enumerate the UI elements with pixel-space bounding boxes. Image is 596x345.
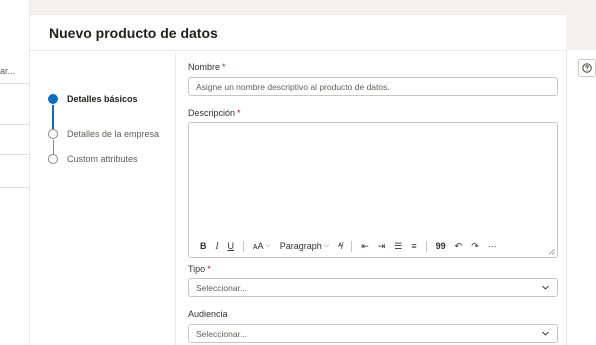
redo-icon[interactable]: ↷: [471, 241, 479, 252]
font-size-icon: ᴀA: [253, 241, 264, 251]
help-column: [566, 50, 596, 345]
more-options-icon[interactable]: ···: [488, 241, 497, 251]
audience-select[interactable]: Seleccionar...: [188, 324, 558, 343]
bold-button[interactable]: B: [200, 241, 207, 251]
background-page: ar...: [0, 0, 30, 345]
underline-button[interactable]: U: [228, 241, 235, 251]
panel-title: Nuevo producto de datos: [49, 25, 218, 41]
help-button[interactable]: [578, 59, 596, 77]
new-data-product-panel: Nuevo producto de datos Detalles básicos…: [30, 14, 566, 345]
name-label: Nombre *: [188, 62, 226, 72]
step-pending-icon: [48, 129, 58, 139]
step-business-details[interactable]: Detalles de la empresa: [48, 129, 159, 139]
step-connector: [52, 105, 54, 129]
toolbar-divider: [425, 240, 427, 252]
toolbar-divider: [243, 240, 244, 252]
quote-icon[interactable]: 99: [436, 241, 446, 251]
divider: [0, 154, 30, 155]
description-editor[interactable]: B I U ᴀA ⌵ Paragraph ⌵ ᴬ̸ ⇤ ⇥ ☰ ≡ 99 ↶ ↷ ·…: [188, 122, 558, 258]
chevron-down-icon: [542, 285, 549, 290]
required-mark: *: [237, 108, 241, 118]
type-value: Seleccionar...: [196, 282, 248, 293]
step-label: Detalles básicos: [67, 94, 138, 104]
toolbar-divider: [351, 240, 353, 252]
step-basic-details[interactable]: Detalles básicos: [48, 94, 138, 104]
divider: [0, 124, 30, 125]
question-circle-icon: [582, 63, 592, 73]
step-label: Detalles de la empresa: [67, 129, 160, 139]
italic-button[interactable]: I: [216, 241, 219, 251]
bulleted-list-icon[interactable]: ☰: [394, 241, 402, 252]
font-size-button[interactable]: ᴀA ⌵: [253, 241, 271, 251]
type-select[interactable]: Seleccionar...: [188, 278, 558, 297]
divider: [0, 83, 30, 84]
chevron-down-icon: ⌵: [265, 242, 271, 249]
chevron-down-icon: [542, 331, 549, 336]
step-label: Custom attributes: [67, 154, 138, 164]
divider: [0, 187, 30, 188]
undo-icon[interactable]: ↶: [455, 241, 463, 252]
type-label: Tipo *: [188, 264, 211, 274]
clear-formatting-icon[interactable]: ᴬ̸: [338, 241, 342, 251]
chevron-down-icon: ⌵: [323, 242, 330, 249]
name-input[interactable]: Asigne un nombre descriptivo al producto…: [188, 77, 558, 96]
audience-value: Seleccionar...: [196, 328, 248, 339]
audience-label: Audiencia: [188, 309, 228, 319]
indent-icon[interactable]: ⇥: [378, 241, 386, 252]
step-connector: [52, 140, 54, 154]
description-label: Descripción *: [188, 108, 241, 118]
panel-header: Nuevo producto de datos: [30, 15, 566, 51]
numbered-list-icon[interactable]: ≡: [411, 241, 416, 251]
paragraph-dropdown[interactable]: Paragraph ⌵: [280, 241, 329, 251]
rich-text-toolbar: B I U ᴀA ⌵ Paragraph ⌵ ᴬ̸ ⇤ ⇥ ☰ ≡ 99 ↶ ↷ ·…: [189, 235, 557, 257]
step-active-icon: [48, 94, 58, 104]
wizard-steps: Detalles básicos Detalles de la empresa …: [30, 52, 176, 345]
name-placeholder: Asigne un nombre descriptivo al producto…: [196, 81, 390, 92]
background-truncated-text: ar...: [0, 66, 16, 76]
required-mark: *: [222, 62, 226, 72]
step-pending-icon: [48, 154, 58, 164]
outdent-icon[interactable]: ⇤: [361, 241, 369, 252]
required-mark: *: [207, 264, 211, 274]
resize-handle-icon[interactable]: [548, 248, 555, 255]
step-custom-attributes[interactable]: Custom attributes: [48, 154, 138, 164]
